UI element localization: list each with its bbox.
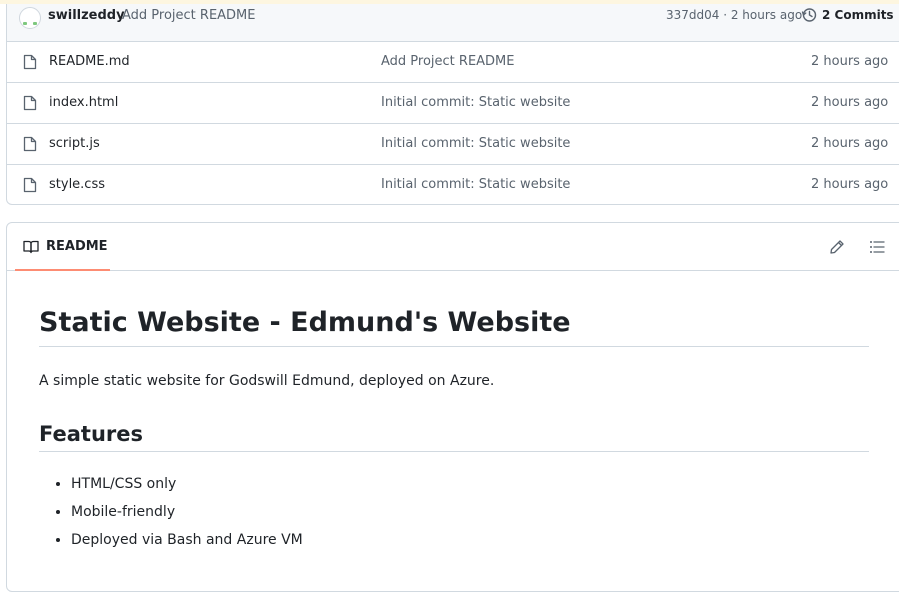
pencil-icon[interactable] (829, 239, 845, 255)
file-commit-link[interactable]: Initial commit: Static website (381, 177, 570, 192)
file-list: swillzeddy Add Project README 337dd04 · … (6, 4, 899, 205)
outline-list-icon[interactable] (869, 239, 885, 255)
readme-title: Static Website - Edmund's Website (39, 307, 869, 347)
file-icon (23, 95, 37, 111)
list-item: HTML/CSS only (71, 474, 303, 502)
file-row[interactable]: script.js Initial commit: Static website… (7, 123, 899, 164)
file-icon (23, 54, 37, 70)
file-icon (23, 177, 37, 193)
file-row[interactable]: index.html Initial commit: Static websit… (7, 82, 899, 123)
commit-author-link[interactable]: swillzeddy (48, 8, 125, 23)
commits-count-link[interactable]: 2 Commits (822, 8, 894, 22)
file-icon (23, 136, 37, 152)
file-row[interactable]: README.md Add Project README 2 hours ago (7, 41, 899, 82)
latest-commit-bar: swillzeddy Add Project README 337dd04 · … (7, 4, 899, 42)
commit-message-link[interactable]: Add Project README (122, 8, 256, 23)
tab-readme[interactable]: README (15, 223, 110, 271)
active-tab-underline (15, 269, 110, 271)
file-time: 2 hours ago (811, 136, 889, 151)
list-item: Mobile-friendly (71, 502, 303, 530)
avatar[interactable] (19, 7, 41, 29)
file-name-link[interactable]: style.css (49, 177, 105, 192)
file-commit-link[interactable]: Initial commit: Static website (381, 95, 570, 110)
file-commit-link[interactable]: Add Project README (381, 54, 515, 69)
readme-header: README (7, 223, 899, 271)
features-list: HTML/CSS only Mobile-friendly Deployed v… (39, 474, 303, 558)
file-time: 2 hours ago (811, 95, 889, 110)
tab-readme-label: README (46, 239, 108, 254)
file-row[interactable]: style.css Initial commit: Static website… (7, 164, 899, 205)
history-icon[interactable] (801, 7, 817, 23)
file-name-link[interactable]: script.js (49, 136, 100, 151)
file-commit-link[interactable]: Initial commit: Static website (381, 136, 570, 151)
book-icon (23, 240, 39, 254)
readme-panel: README Static Website - Edmund's Website… (6, 222, 899, 592)
list-item: Deployed via Bash and Azure VM (71, 530, 303, 558)
features-heading: Features (39, 422, 869, 452)
file-name-link[interactable]: index.html (49, 95, 118, 110)
readme-description: A simple static website for Godswill Edm… (39, 373, 495, 389)
commit-hash-time[interactable]: 337dd04 · 2 hours ago (666, 8, 802, 22)
file-time: 2 hours ago (811, 177, 889, 192)
file-time: 2 hours ago (811, 54, 889, 69)
file-name-link[interactable]: README.md (49, 54, 130, 69)
